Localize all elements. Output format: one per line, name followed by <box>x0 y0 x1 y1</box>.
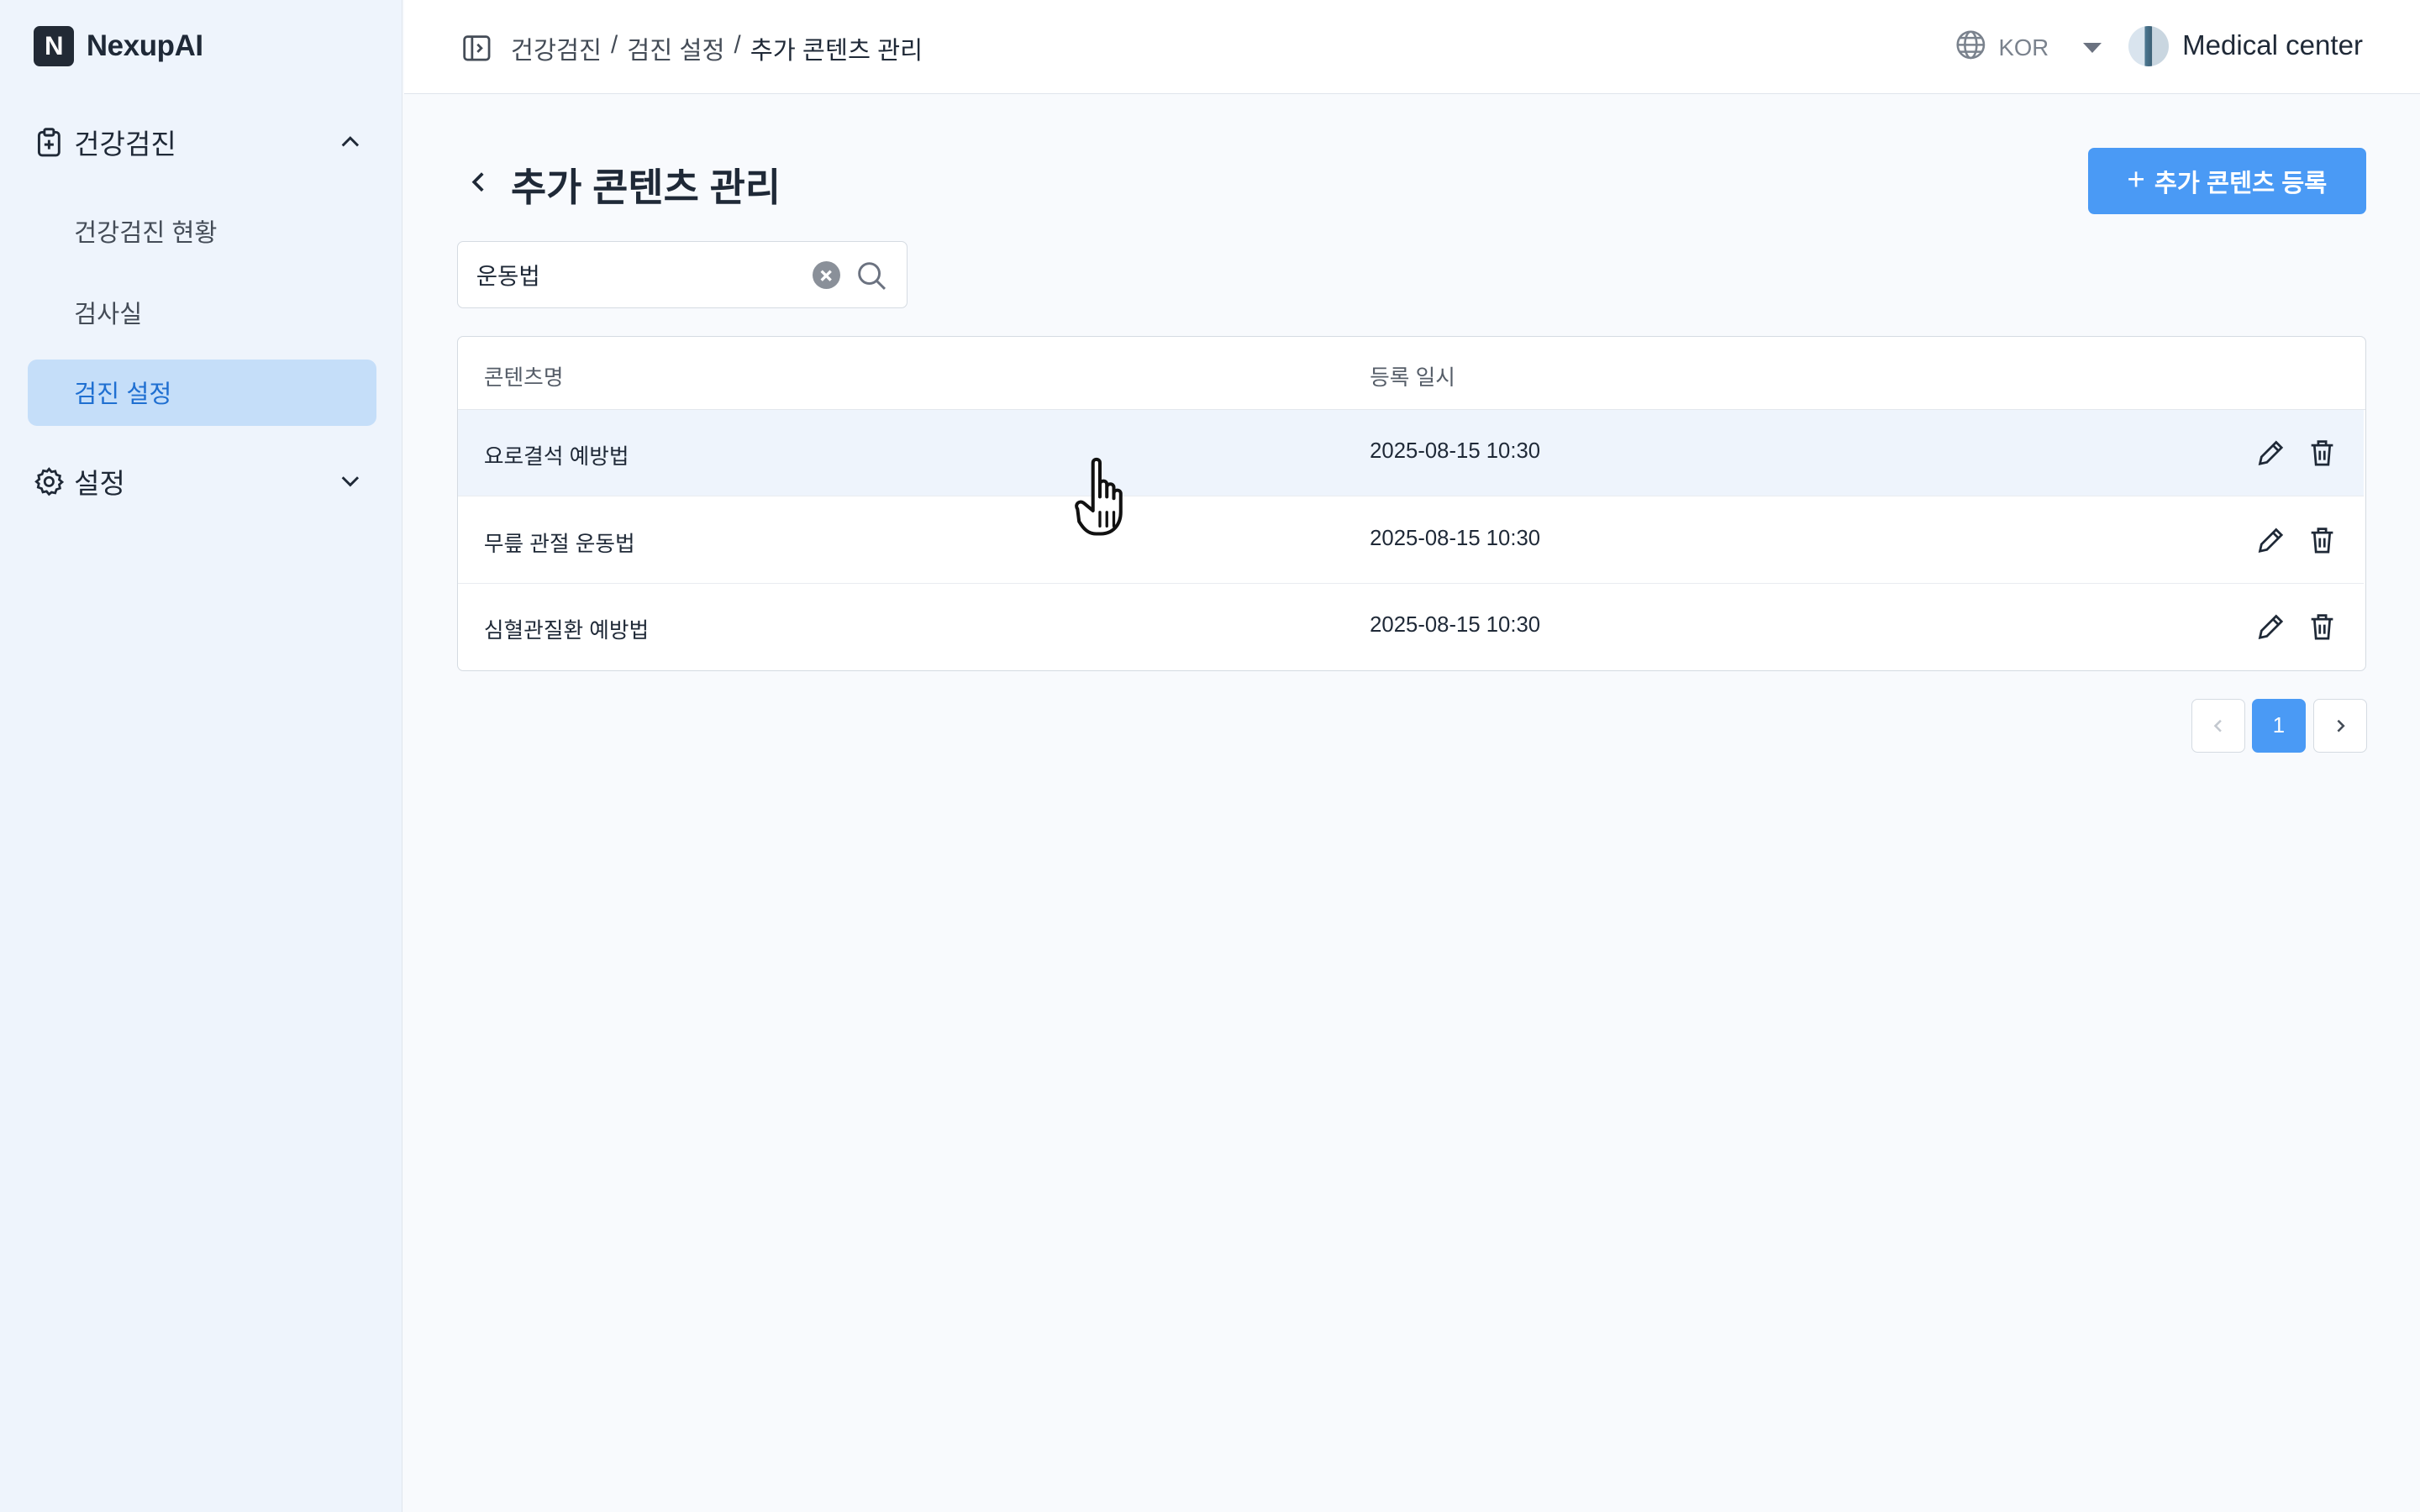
top-header: 건강검진 / 검진 설정 / 추가 콘텐츠 관리 KOR Medical cen… <box>404 0 2420 95</box>
add-content-button[interactable]: + 추가 콘텐츠 등록 <box>2088 148 2366 215</box>
sidebar-item-checkup-status[interactable]: 건강검진 현황 <box>28 197 376 264</box>
app-name: NexupAI <box>86 29 203 63</box>
registered-date: 2025-08-15 10:30 <box>1370 527 1541 551</box>
breadcrumb-item[interactable]: 검진 설정 <box>627 31 724 66</box>
sidebar-group-label: 설정 <box>74 469 125 501</box>
breadcrumb: 건강검진 / 검진 설정 / 추가 콘텐츠 관리 <box>511 31 923 66</box>
column-header-content-name: 콘텐츠명 <box>483 365 564 390</box>
column-header-registered-at: 등록 일시 <box>1370 365 1455 390</box>
gear-icon <box>34 466 65 497</box>
app-logo[interactable]: N NexupAI <box>34 26 203 66</box>
sidebar-group-health-checkup[interactable]: 건강검진 <box>34 114 370 170</box>
organization-menu[interactable]: Medical center <box>2128 26 2363 66</box>
page-title: 추가 콘텐츠 관리 <box>510 165 781 210</box>
language-label: KOR <box>1998 34 2049 61</box>
sidebar-item-exam-room[interactable]: 검사실 <box>28 279 376 345</box>
content-table: 콘텐츠명 등록 일시 요로결석 예방법 2025-08-15 10:30 무릎 … <box>456 336 2366 671</box>
organization-name: Medical center <box>2182 30 2363 62</box>
language-selector[interactable]: KOR <box>1955 29 2102 67</box>
pagination-prev-button[interactable] <box>2191 699 2246 753</box>
edit-pencil-icon[interactable] <box>2255 438 2286 469</box>
content-name: 심혈관질환 예방법 <box>483 619 650 643</box>
breadcrumb-separator: / <box>734 30 741 59</box>
add-content-label: 추가 콘텐츠 등록 <box>2154 169 2328 197</box>
plus-icon: + <box>2127 161 2145 197</box>
globe-icon <box>1955 29 1986 67</box>
avatar <box>2128 26 2169 66</box>
sidebar-group-label: 건강검진 <box>74 129 176 160</box>
search-box <box>456 240 908 309</box>
breadcrumb-current: 추가 콘텐츠 관리 <box>750 36 923 65</box>
edit-pencil-icon[interactable] <box>2255 525 2286 556</box>
sidebar-item-checkup-settings[interactable]: 검진 설정 <box>28 359 377 426</box>
trash-icon[interactable] <box>2308 438 2336 469</box>
logo-mark-icon: N <box>34 26 75 66</box>
caret-down-icon <box>2082 43 2102 53</box>
hand-pointer-cursor-icon <box>1071 454 1158 546</box>
trash-icon[interactable] <box>2308 612 2336 643</box>
clear-icon[interactable] <box>813 261 841 290</box>
search-icon[interactable] <box>856 260 887 291</box>
pagination-page-button[interactable]: 1 <box>2251 699 2307 753</box>
content-name: 요로결석 예방법 <box>483 444 629 469</box>
sidebar: N NexupAI 건강검진 건강검진 현황 검사실 검진 설정 설정 <box>0 0 403 1512</box>
edit-pencil-icon[interactable] <box>2255 612 2286 643</box>
clipboard-plus-icon <box>34 127 65 158</box>
sidebar-group-settings[interactable]: 설정 <box>34 454 370 509</box>
registered-date: 2025-08-15 10:30 <box>1370 438 1541 463</box>
table-header: 콘텐츠명 등록 일시 <box>457 337 2365 410</box>
breadcrumb-item[interactable]: 건강검진 <box>511 31 602 66</box>
chevron-up-icon[interactable] <box>339 131 361 153</box>
trash-icon[interactable] <box>2308 525 2336 556</box>
table-row[interactable]: 요로결석 예방법 2025-08-15 10:30 <box>457 409 2364 496</box>
chevron-down-icon[interactable] <box>339 470 361 492</box>
search-input[interactable] <box>476 241 801 307</box>
breadcrumb-separator: / <box>611 30 618 59</box>
content-name: 무릎 관절 운동법 <box>483 533 635 557</box>
registered-date: 2025-08-15 10:30 <box>1370 613 1541 638</box>
table-row[interactable]: 심혈관질환 예방법 2025-08-15 10:30 <box>458 584 2364 670</box>
table-row[interactable]: 무릎 관절 운동법 2025-08-15 10:30 <box>457 497 2364 585</box>
pagination-next-button[interactable] <box>2313 699 2368 753</box>
sidebar-toggle-icon[interactable] <box>461 33 492 64</box>
back-button[interactable] <box>461 165 495 199</box>
